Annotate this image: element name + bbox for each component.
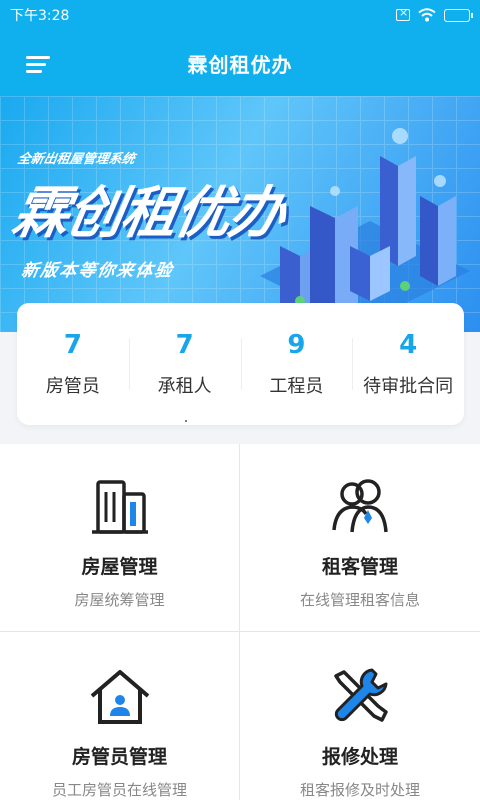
stat-label: 房管员 bbox=[45, 376, 100, 397]
menu-icon[interactable] bbox=[26, 54, 52, 74]
stat-pending-contracts[interactable]: 4 待审批合同 bbox=[352, 330, 464, 398]
module-title: 报修处理 bbox=[321, 746, 398, 768]
page-indicator-dot bbox=[185, 420, 187, 422]
promo-banner[interactable]: 全新出租屋管理系统 霖创租优办 新版本等你来体验 bbox=[0, 96, 480, 332]
module-repair-handling[interactable]: 报修处理 租客报修及时处理 bbox=[240, 632, 480, 800]
stat-value: 7 bbox=[63, 330, 82, 360]
module-title: 租客管理 bbox=[321, 556, 398, 578]
no-sim-icon bbox=[396, 6, 410, 21]
app-header: 霖创租优办 bbox=[0, 30, 480, 96]
stats-card: 7 房管员 7 承租人 9 工程员 4 待审批合同 bbox=[17, 303, 464, 425]
wrench-icon bbox=[334, 668, 388, 722]
stat-value: 7 bbox=[175, 330, 194, 360]
module-grid: 房屋管理 房屋统筹管理 租客管理 在线管理租客信息 房管员管理 员工房管员在线管… bbox=[0, 444, 480, 800]
wifi-icon bbox=[418, 8, 436, 22]
city-illustration bbox=[260, 128, 470, 332]
status-bar: 下午3:28 bbox=[0, 0, 480, 30]
stat-label: 待审批合同 bbox=[363, 376, 454, 397]
banner-slogan: 新版本等你来体验 bbox=[19, 261, 176, 281]
status-time: 下午3:28 bbox=[10, 8, 70, 24]
building-icon bbox=[91, 480, 148, 534]
house-person-icon bbox=[90, 670, 149, 724]
module-house-management[interactable]: 房屋管理 房屋统筹管理 bbox=[0, 444, 240, 632]
stat-label: 承租人 bbox=[157, 376, 212, 397]
stat-value: 9 bbox=[287, 330, 306, 360]
module-title: 房管员管理 bbox=[71, 746, 167, 768]
module-desc: 在线管理租客信息 bbox=[299, 591, 420, 609]
stat-tenants[interactable]: 7 承租人 bbox=[128, 330, 241, 398]
stat-engineers[interactable]: 9 工程员 bbox=[240, 330, 353, 398]
module-desc: 房屋统筹管理 bbox=[74, 591, 165, 609]
module-desc: 员工房管员在线管理 bbox=[51, 781, 187, 799]
stat-managers[interactable]: 7 房管员 bbox=[17, 330, 129, 398]
stat-value: 4 bbox=[399, 330, 418, 360]
module-tenant-management[interactable]: 租客管理 在线管理租客信息 bbox=[240, 444, 480, 632]
module-manager-management[interactable]: 房管员管理 员工房管员在线管理 bbox=[0, 632, 240, 800]
stat-label: 工程员 bbox=[269, 376, 324, 397]
page-title: 霖创租优办 bbox=[187, 52, 293, 77]
banner-subtitle: 全新出租屋管理系统 bbox=[16, 152, 136, 167]
status-icons bbox=[396, 6, 473, 22]
module-title: 房屋管理 bbox=[81, 556, 158, 578]
battery-icon bbox=[444, 8, 473, 22]
module-desc: 租客报修及时处理 bbox=[299, 781, 420, 799]
tenants-icon bbox=[332, 479, 388, 533]
